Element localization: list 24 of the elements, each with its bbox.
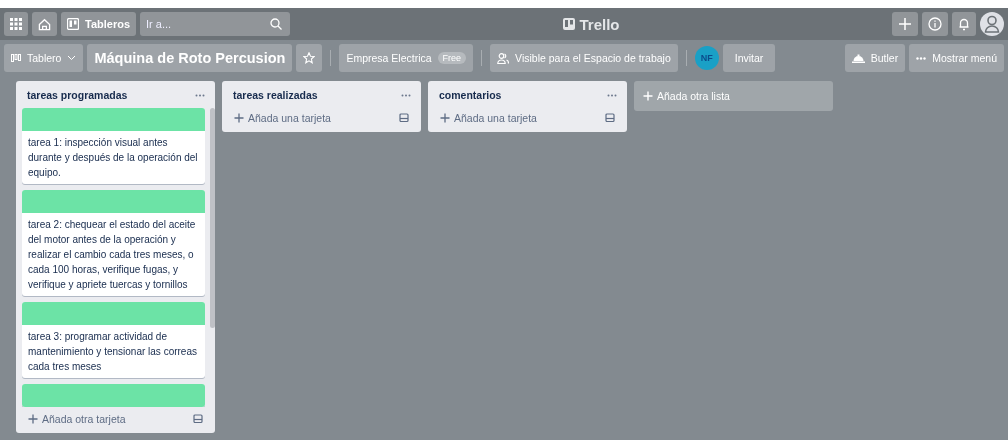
plan-badge: Free [437, 52, 467, 64]
add-card-button[interactable]: Añada otra tarjeta [28, 413, 126, 425]
list-title[interactable]: tareas realizadas [233, 89, 318, 101]
task-card[interactable]: tarea 3: programar actividad de mantenimiento y tensionar las correas cada tres meses [22, 302, 205, 378]
member-avatar[interactable]: NF [694, 46, 719, 70]
board-name[interactable]: Máquina de Roto Percusion [87, 44, 293, 72]
view-switcher[interactable]: Tablero [4, 44, 84, 72]
list-title[interactable]: comentarios [439, 89, 502, 101]
invite-button[interactable]: Invitar [722, 44, 776, 72]
card-text: tarea 1: inspección visual antes durante y después de la operación del equipo. [27, 136, 199, 180]
app-logo-text: Trello [579, 15, 620, 33]
add-card-button[interactable]: Añada una tarjeta [234, 112, 331, 124]
card-text: tarea 3: programar actividad de mantenimiento y tensionar las correas cada tres meses [27, 330, 198, 374]
boards-button[interactable]: Tableros [61, 12, 137, 36]
butler-button[interactable]: Butler [844, 44, 906, 72]
add-card-button[interactable]: Añada una tarjeta [440, 112, 537, 124]
workspace-button[interactable]: Empresa Electrica Free [339, 44, 474, 72]
card-text: tarea 2: chequear el estado del aceite del motor antes de la operación y realizar el cambio cada tres meses, o cada 100 horas, verifique fugas, y verifique y apriete tuercas y tornillos [27, 218, 197, 292]
add-list-button[interactable]: Añada otra lista [634, 81, 833, 111]
show-menu-button[interactable]: Mostrar menú [909, 44, 1004, 72]
list-title[interactable]: tareas programadas [27, 89, 128, 101]
task-card[interactable]: tarea 1: inspección visual antes durante y después de la operación del equipo. [22, 108, 205, 184]
visibility-button[interactable]: Visible para el Espacio de trabajo [490, 44, 678, 72]
task-card[interactable]: tarea 2: chequear el estado del aceite del motor antes de la operación y realizar el cambio cada tres meses, o cada 100 horas, verifique fugas, y verifique y apriete tuercas y tornillos [22, 190, 205, 296]
